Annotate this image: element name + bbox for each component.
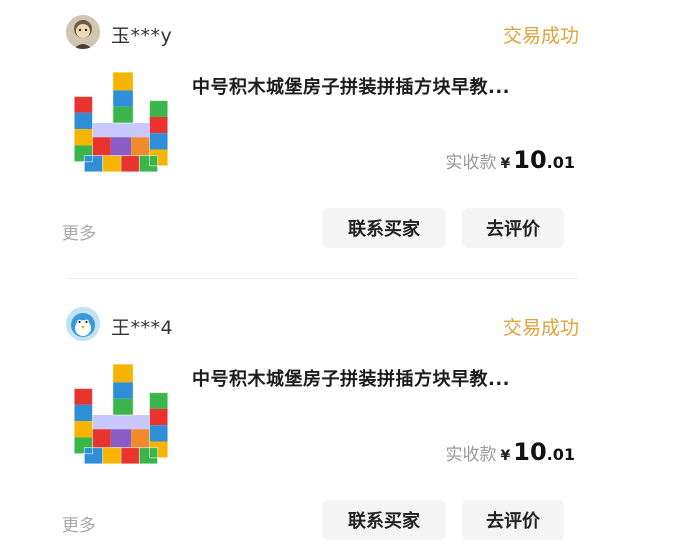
buyer-name[interactable]: 玉***y <box>111 21 172 48</box>
price-row: 实收款 ¥ 10 .01 <box>446 438 576 466</box>
order-status: 交易成功 <box>502 317 579 339</box>
price-decimal: .01 <box>546 445 575 464</box>
contact-buyer-button[interactable]: 联系买家 <box>322 500 446 540</box>
review-button[interactable]: 去评价 <box>462 500 564 540</box>
review-button[interactable]: 去评价 <box>462 208 564 248</box>
price-label: 实收款 <box>445 153 497 173</box>
price-label: 实收款 <box>445 445 497 465</box>
divider <box>66 278 578 279</box>
order-status: 交易成功 <box>502 25 579 47</box>
price-integer: 10 <box>513 146 547 174</box>
more-button[interactable]: 更多 <box>62 219 96 244</box>
cartoon-avatar-icon[interactable] <box>66 15 100 49</box>
product-image[interactable] <box>62 66 180 180</box>
order-card[interactable]: 王***4 交易成功 中号积木城堡房子拼装拼插方块早教... 实收款 ¥ 10 … <box>0 292 700 554</box>
product-title[interactable]: 中号积木城堡房子拼装拼插方块早教... <box>192 73 510 99</box>
contact-buyer-button[interactable]: 联系买家 <box>322 208 446 248</box>
penguin-avatar-icon[interactable] <box>66 307 100 341</box>
order-card[interactable]: 玉***y 交易成功 中号积木城堡房子拼装拼插方块早教... 实收款 ¥ 10 … <box>0 0 700 279</box>
price-currency: ¥ <box>500 156 511 172</box>
price-integer: 10 <box>513 438 547 466</box>
product-title[interactable]: 中号积木城堡房子拼装拼插方块早教... <box>192 365 510 391</box>
price-row: 实收款 ¥ 10 .01 <box>446 146 576 174</box>
product-image[interactable] <box>62 358 180 472</box>
price-decimal: .01 <box>546 153 575 172</box>
more-button[interactable]: 更多 <box>62 511 96 536</box>
price-currency: ¥ <box>500 448 511 464</box>
buyer-name[interactable]: 王***4 <box>111 313 173 340</box>
